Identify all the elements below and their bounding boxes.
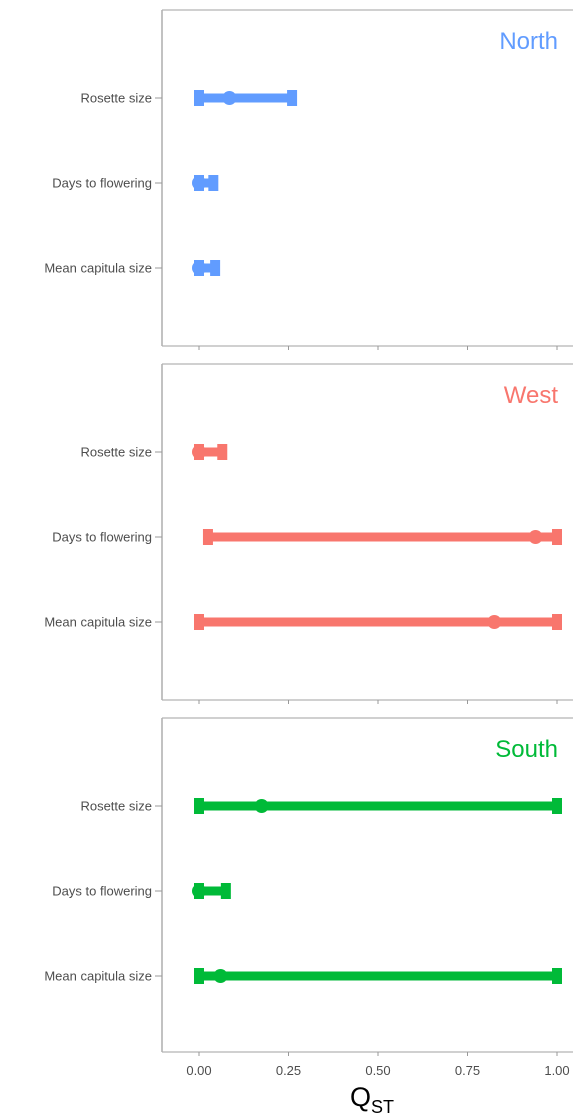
interval-cap (552, 968, 562, 984)
category-label: Rosette size (80, 445, 152, 460)
category-label: Mean capitula size (44, 969, 152, 984)
interval-cap (287, 90, 298, 106)
point-estimate (192, 884, 206, 898)
interval-cap (220, 883, 231, 899)
point-estimate (222, 91, 237, 105)
x-tick-label: 0.75 (455, 1063, 480, 1078)
category-label: Mean capitula size (44, 615, 152, 630)
point-estimate (192, 445, 206, 459)
panel-title: West (504, 382, 559, 409)
panel-title: South (495, 736, 558, 763)
interval-cap (202, 529, 213, 545)
category-label: Mean capitula size (44, 261, 152, 276)
category-label: Days to flowering (52, 176, 152, 191)
x-tick-label: 1.00 (544, 1063, 569, 1078)
panel-west: West Rosette size Days to flowering Mean ca… (44, 363, 573, 704)
panel-north: North Rosette size Days to flowering Mean c… (44, 9, 573, 350)
interval-cap (194, 968, 204, 984)
point-estimate (528, 530, 543, 544)
interval-cap (552, 798, 562, 814)
interval-cap (194, 798, 204, 814)
panel-title: North (499, 28, 558, 55)
point-estimate (192, 176, 206, 190)
x-axis-title: QST (350, 1082, 394, 1113)
x-tick-label: 0.00 (186, 1063, 211, 1078)
interval-cap (208, 175, 219, 191)
x-tick-label: 0.50 (365, 1063, 390, 1078)
interval-cap (552, 529, 562, 545)
point-estimate (254, 799, 269, 813)
panel-south: South Rosette size Days to flowering Mean c… (44, 717, 573, 1056)
interval-cap (217, 444, 228, 460)
interval-cap (210, 260, 221, 276)
category-label: Days to flowering (52, 884, 152, 899)
point-estimate (487, 615, 502, 629)
point-estimate (192, 261, 206, 275)
category-label: Days to flowering (52, 530, 152, 545)
category-label: Rosette size (80, 799, 152, 814)
category-label: Rosette size (80, 91, 152, 106)
interval-cap (552, 614, 562, 630)
interval-cap (194, 90, 204, 106)
qst-interval-chart: North Rosette size Days to flowering Mean c… (44, 9, 573, 1113)
x-tick-label: 0.25 (276, 1063, 301, 1078)
point-estimate (213, 969, 228, 983)
interval-cap (194, 614, 204, 630)
